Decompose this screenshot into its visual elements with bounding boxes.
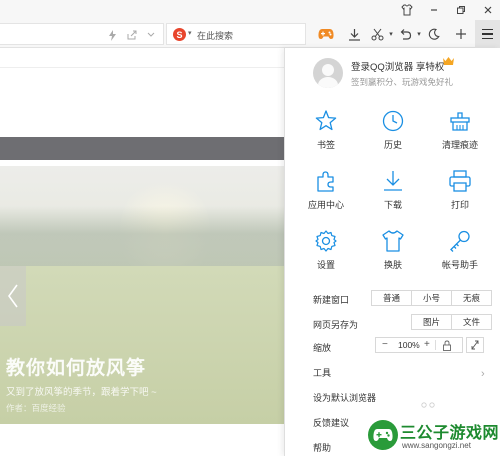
login-subtext: 签到赢积分、玩游戏免好礼 — [351, 77, 454, 87]
download-icon — [384, 171, 402, 191]
loading-dots-icon — [421, 402, 435, 408]
save-page-label: 网页另存为 — [313, 320, 359, 330]
login-link[interactable]: 登录QQ浏览器 享特权 — [351, 59, 444, 73]
new-window-alt-button[interactable]: 小号 — [411, 290, 452, 306]
printer-icon — [449, 170, 471, 192]
clock-icon — [382, 110, 404, 132]
menu-item-set-default-browser[interactable]: 设为默认浏览器 — [313, 391, 376, 404]
menu-item-label: 打印 — [450, 200, 469, 210]
address-bar[interactable] — [0, 23, 164, 45]
carousel-prev-arrow-icon[interactable] — [0, 266, 26, 326]
menu-hamburger-icon — [482, 28, 493, 31]
fullscreen-button[interactable] — [466, 337, 484, 353]
gear-icon — [315, 230, 337, 252]
undo-caret-icon[interactable]: ▾ — [411, 26, 427, 42]
new-tab-plus-icon[interactable] — [453, 26, 469, 42]
share-icon[interactable] — [126, 29, 138, 41]
hero-field — [0, 266, 284, 424]
menu-item-history[interactable]: 历史 — [358, 109, 428, 165]
menu-item-clear-traces[interactable]: 清理痕迹 — [425, 109, 495, 165]
article-title[interactable]: 教你如何放风筝 — [6, 353, 146, 380]
user-avatar[interactable] — [313, 58, 343, 88]
zoom-value: 100% — [398, 340, 420, 350]
browser-menu-panel: 登录QQ浏览器 享特权 签到赢积分、玩游戏免好礼 书签 历史 清理痕迹 应用中心… — [284, 48, 500, 456]
watermark-url: www.sangongzi.net — [402, 441, 471, 450]
save-as-file-button[interactable]: 文件 — [451, 314, 492, 330]
zoom-lock-icon[interactable] — [442, 340, 452, 351]
save-as-image-button[interactable]: 图片 — [411, 314, 452, 330]
browser-toolbar: S ▾ 在此搜索 ▾ ▾ — [0, 20, 500, 48]
minimize-icon[interactable] — [427, 3, 441, 17]
zoom-control: − 100% + — [375, 337, 463, 353]
menu-item-bookmarks[interactable]: 书签 — [291, 109, 361, 165]
search-box[interactable]: S ▾ 在此搜索 — [166, 23, 306, 45]
avatar-head — [322, 64, 334, 76]
main-menu-button[interactable] — [475, 20, 500, 48]
watermark-title: 三公子游戏网 — [400, 425, 500, 442]
skin-shirt-icon[interactable] — [400, 3, 414, 17]
menu-item-help[interactable]: 帮助 — [313, 441, 331, 454]
menu-item-print[interactable]: 打印 — [425, 169, 495, 225]
shirt-icon — [382, 230, 404, 252]
menu-item-settings[interactable]: 设置 — [291, 229, 361, 285]
zoom-out-button[interactable]: − — [382, 339, 388, 350]
menu-item-label: 应用中心 — [307, 200, 344, 210]
menu-item-skin[interactable]: 换肤 — [358, 229, 428, 285]
restore-icon[interactable] — [454, 3, 468, 17]
zoom-divider — [435, 340, 436, 350]
chevron-right-icon: › — [481, 368, 485, 380]
close-icon[interactable] — [481, 3, 495, 17]
game-controller-icon[interactable] — [318, 26, 334, 42]
star-icon — [315, 110, 337, 131]
article-author: 作者：百度经验 — [6, 403, 66, 413]
zoom-in-button[interactable]: + — [424, 339, 430, 350]
new-window-incognito-button[interactable]: 无痕 — [451, 290, 492, 306]
menu-item-feedback[interactable]: 反馈建议 — [313, 416, 349, 429]
key-icon — [450, 230, 470, 252]
menu-item-tools[interactable]: 工具 — [313, 366, 331, 379]
new-window-normal-button[interactable]: 普通 — [371, 290, 412, 306]
menu-hamburger-icon-line — [482, 33, 493, 35]
trash-icon — [450, 112, 470, 131]
page-header-band — [0, 137, 284, 160]
lightning-icon[interactable] — [106, 29, 118, 41]
title-bar — [0, 0, 500, 20]
article-subtitle: 又到了放风筝的季节，跟着学下吧 ~ — [6, 387, 157, 398]
fullscreen-icon — [471, 340, 479, 350]
menu-item-label: 帐号助手 — [441, 260, 478, 270]
menu-item-label: 书签 — [316, 140, 335, 150]
chevron-down-icon[interactable] — [145, 29, 157, 41]
site-watermark: 三公子游戏网 www.sangongzi.net — [362, 418, 500, 456]
menu-item-app-center[interactable]: 应用中心 — [291, 169, 361, 225]
menu-item-label: 清理痕迹 — [441, 140, 478, 150]
menu-item-label: 历史 — [383, 140, 402, 150]
new-window-label: 新建窗口 — [313, 295, 350, 305]
download-toolbar-icon[interactable] — [346, 26, 362, 42]
search-engine-logo[interactable]: S — [173, 28, 186, 41]
menu-item-downloads[interactable]: 下载 — [358, 169, 428, 225]
search-placeholder[interactable]: 在此搜索 — [197, 29, 233, 42]
menu-hamburger-icon-line — [482, 37, 493, 40]
night-mode-moon-icon[interactable] — [426, 26, 442, 42]
search-engine-caret-icon[interactable]: ▾ — [188, 29, 192, 37]
menu-item-label: 下载 — [383, 200, 402, 210]
menu-item-label: 设置 — [316, 260, 335, 270]
menu-item-label: 换肤 — [383, 260, 402, 270]
puzzle-icon — [317, 171, 334, 192]
zoom-label: 缩放 — [313, 343, 332, 353]
watermark-logo-icon — [368, 420, 398, 450]
avatar-body — [318, 77, 338, 88]
menu-item-account-assistant[interactable]: 帐号助手 — [425, 229, 495, 285]
page-divider — [0, 67, 284, 68]
crown-icon — [443, 57, 454, 65]
